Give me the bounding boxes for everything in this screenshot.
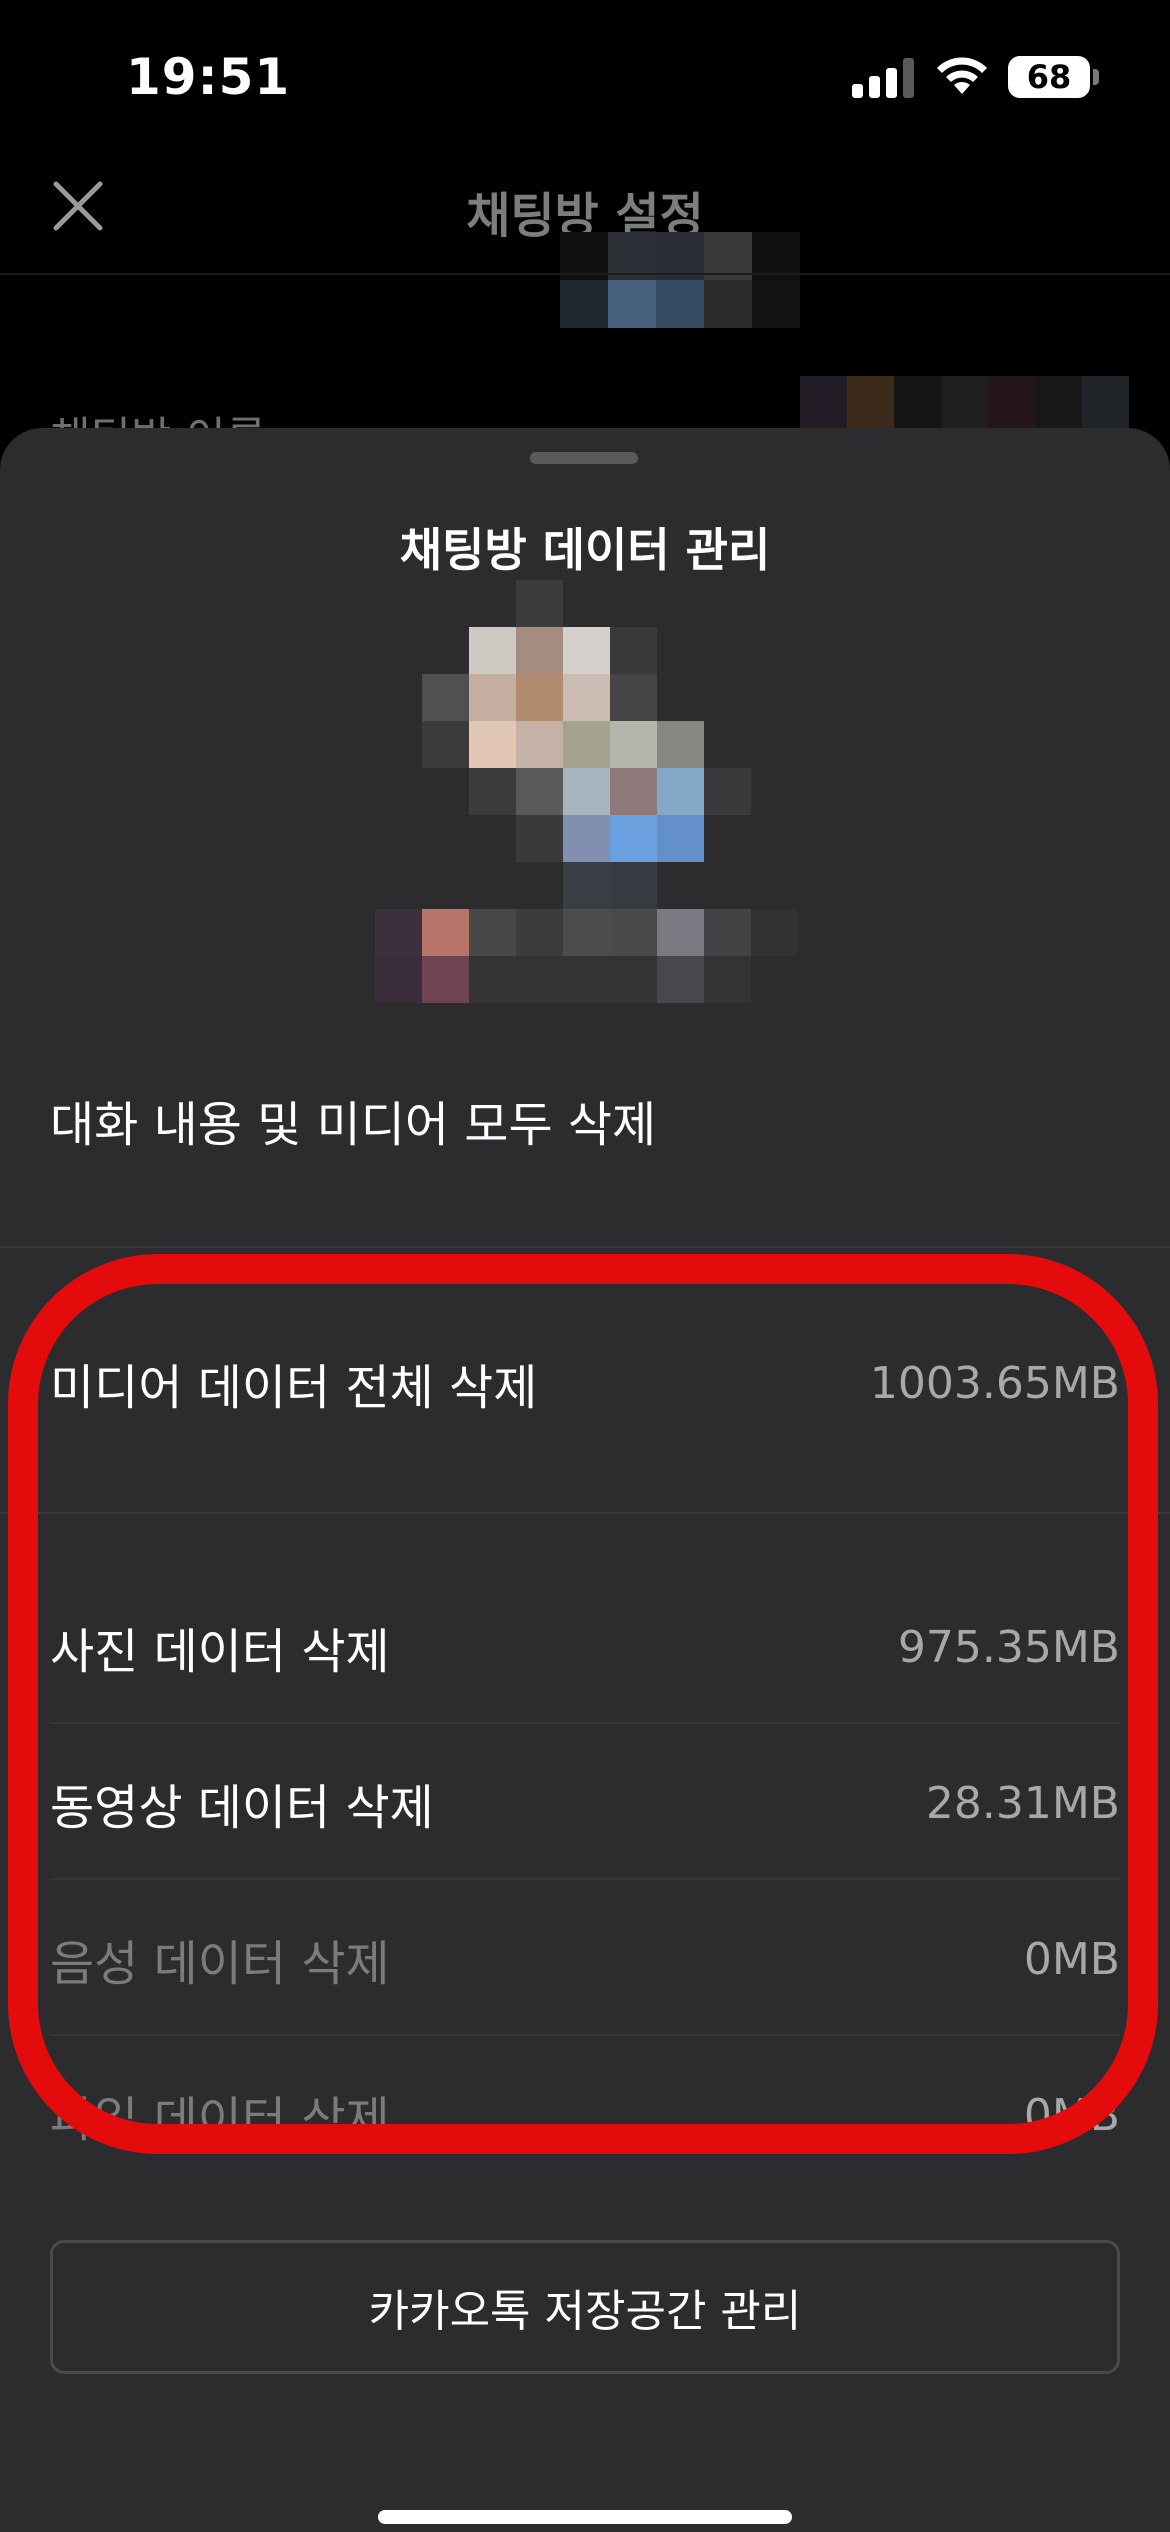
red-highlight-annotation bbox=[8, 1254, 1158, 2154]
battery-tip bbox=[1093, 69, 1099, 85]
status-bar: 19:51 68 bbox=[0, 0, 1170, 150]
background-divider bbox=[0, 273, 1170, 275]
sheet-title: 채팅방 데이터 관리 bbox=[399, 523, 771, 577]
status-time: 19:51 bbox=[126, 48, 291, 106]
section-divider bbox=[0, 1246, 1170, 1248]
wifi-icon bbox=[937, 57, 987, 94]
background-pixelated-strip bbox=[800, 376, 1130, 436]
battery-icon: 68 bbox=[1008, 56, 1090, 98]
delete-all-row[interactable]: 대화 내용 및 미디어 모두 삭제 bbox=[50, 1080, 1120, 1160]
storage-management-button[interactable]: 카카오톡 저장공간 관리 bbox=[50, 2240, 1120, 2374]
background-profile-thumbnail bbox=[560, 232, 800, 328]
signal-icon bbox=[852, 58, 914, 98]
sheet-grabber[interactable] bbox=[530, 452, 638, 464]
delete-all-label: 대화 내용 및 미디어 모두 삭제 bbox=[50, 1097, 657, 1153]
storage-management-label: 카카오톡 저장공간 관리 bbox=[368, 2286, 802, 2337]
home-indicator[interactable] bbox=[378, 2510, 792, 2524]
data-management-sheet: 채팅방 데이터 관리 대화 내용 및 미디어 모두 삭제 미디어 데이터 전체 … bbox=[0, 428, 1170, 2532]
chatroom-profile-image bbox=[375, 580, 798, 1010]
